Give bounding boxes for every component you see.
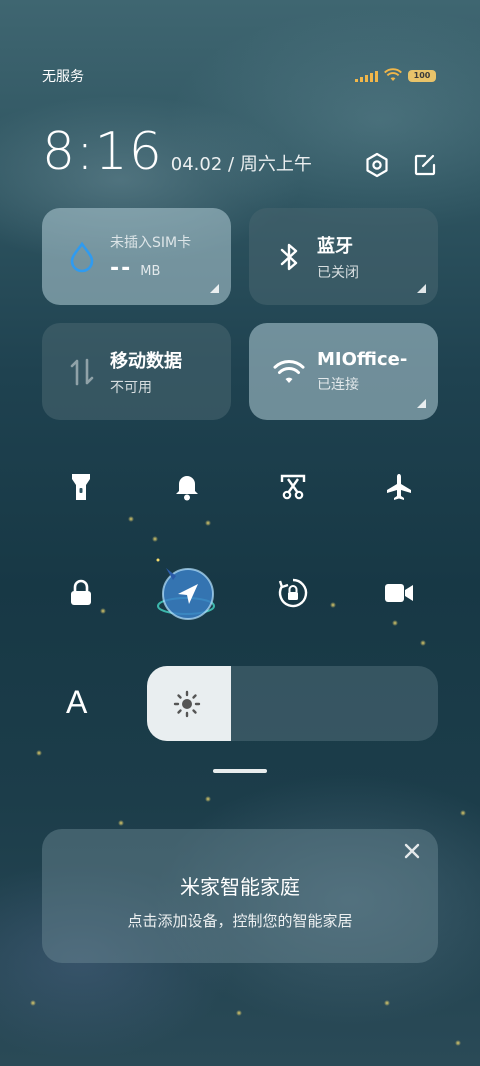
background-sparkle — [128, 516, 134, 522]
panel-drag-handle[interactable] — [213, 769, 267, 773]
battery-indicator: 100 — [408, 70, 436, 82]
background-sparkle — [36, 750, 42, 756]
background-sparkle — [236, 1010, 242, 1016]
background-sparkle — [330, 602, 336, 608]
status-icons: 100 — [355, 67, 436, 86]
data-usage-unit: MB — [140, 264, 161, 279]
mijia-card[interactable]: 米家智能家庭 点击添加设备，控制您的智能家居 — [42, 829, 438, 963]
background-sparkle — [205, 520, 211, 526]
edit-icon[interactable] — [412, 152, 438, 178]
data-usage-value: -- — [110, 256, 133, 281]
drop-icon — [66, 241, 98, 273]
background-sparkle — [152, 536, 158, 542]
wifi-tile[interactable]: MIOffice- 已连接 — [249, 323, 438, 420]
wifi-network-name: MIOffice- — [317, 349, 408, 370]
mobile-data-status: 不可用 — [110, 379, 152, 396]
sim-status-label: 未插入SIM卡 — [110, 235, 192, 251]
location-icon[interactable] — [150, 556, 222, 628]
status-bar: 无服务 100 — [42, 66, 436, 86]
date-label: 04.02 / 周六上午 — [170, 154, 312, 175]
bell-icon[interactable] — [162, 462, 212, 512]
video-icon[interactable] — [374, 568, 424, 618]
auto-brightness-toggle[interactable]: A — [66, 684, 87, 721]
background-sparkle — [420, 640, 426, 646]
signal-icon — [355, 70, 378, 82]
clock: 8:16 — [42, 122, 163, 182]
mijia-title: 米家智能家庭 — [180, 875, 300, 899]
airplane-icon[interactable] — [374, 462, 424, 512]
bluetooth-title: 蓝牙 — [317, 235, 353, 257]
sun-icon — [173, 690, 201, 718]
mijia-subtitle: 点击添加设备，控制您的智能家居 — [127, 912, 353, 930]
close-icon[interactable] — [402, 841, 422, 861]
background-sparkle — [455, 1040, 461, 1046]
lock-icon[interactable] — [56, 568, 106, 618]
expand-corner-icon — [417, 284, 426, 293]
brightness-slider[interactable] — [147, 666, 438, 741]
background-sparkle — [460, 810, 466, 816]
background-sparkle — [392, 620, 398, 626]
background-sparkle — [384, 1000, 390, 1006]
gear-icon[interactable] — [364, 152, 390, 178]
expand-corner-icon — [210, 284, 219, 293]
bluetooth-icon — [273, 241, 305, 273]
rotation-lock-icon[interactable] — [268, 568, 318, 618]
flashlight-icon[interactable] — [56, 462, 106, 512]
expand-corner-icon — [417, 399, 426, 408]
screenshot-icon[interactable] — [268, 462, 318, 512]
background-sparkle — [118, 820, 124, 826]
carrier-label: 无服务 — [42, 69, 84, 85]
mobile-data-title: 移动数据 — [110, 350, 182, 372]
wifi-icon — [273, 356, 305, 388]
background-sparkle — [30, 1000, 36, 1006]
background-sparkle — [205, 796, 211, 802]
wifi-status-icon — [384, 67, 402, 86]
wifi-status: 已连接 — [317, 377, 359, 393]
mobile-data-tile[interactable]: 移动数据 不可用 — [42, 323, 231, 420]
header: 8:16 04.02 / 周六上午 — [42, 122, 438, 182]
bluetooth-status: 已关闭 — [317, 264, 359, 281]
header-actions — [364, 152, 438, 178]
data-arrows-icon — [66, 356, 98, 388]
bluetooth-tile[interactable]: 蓝牙 已关闭 — [249, 208, 438, 305]
data-usage-tile[interactable]: 未插入SIM卡 -- MB — [42, 208, 231, 305]
